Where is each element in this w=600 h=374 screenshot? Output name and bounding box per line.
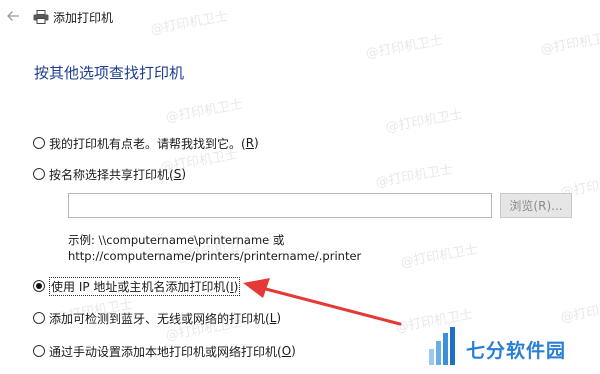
back-arrow-icon[interactable]	[6, 9, 20, 23]
option-label: 按名称选择共享打印机(	[49, 167, 174, 182]
radio-button-selected[interactable]	[33, 280, 45, 292]
radio-button[interactable]	[33, 345, 45, 357]
shared-printer-name-input[interactable]	[68, 193, 492, 218]
option-label: 使用 IP 地址或主机名添加打印机(	[51, 279, 231, 294]
page-heading: 按其他选项查找打印机	[34, 64, 185, 82]
brand-logo-text: 七分软件园	[466, 340, 567, 362]
radio-button[interactable]	[33, 168, 45, 180]
radio-option-bluetooth-wireless[interactable]: 添加可检测到蓝牙、无线或网络的打印机(L)	[33, 308, 281, 328]
qifen-logo-icon	[429, 327, 455, 365]
browse-button[interactable]: 浏览(R)...	[500, 193, 572, 218]
watermark: @打印机卫士	[559, 297, 600, 326]
focused-option-label: 使用 IP 地址或主机名添加打印机(I)	[49, 276, 241, 296]
watermark: @打印机卫士	[374, 162, 455, 191]
option-accesskey: O	[281, 344, 292, 358]
option-label-suffix: )	[254, 136, 259, 150]
printer-icon	[33, 10, 49, 24]
watermark: @打印机卫士	[164, 97, 245, 126]
radio-option-old-printer[interactable]: 我的打印机有点老。请帮我找到它。(R)	[33, 133, 259, 153]
option-label: 我的打印机有点老。请帮我找到它。(	[49, 136, 246, 151]
watermark: @打印机卫士	[399, 242, 480, 271]
example-text-line1: 示例: \\computername\printername 或	[68, 233, 285, 247]
option-label: 添加可检测到蓝牙、无线或网络的打印机(	[49, 311, 270, 326]
radio-button[interactable]	[33, 312, 45, 324]
watermark: @打印机卫士	[384, 107, 465, 136]
radio-option-shared-printer[interactable]: 按名称选择共享打印机(S)	[33, 164, 186, 184]
option-label-suffix: )	[291, 344, 296, 358]
radio-button[interactable]	[33, 137, 45, 149]
radio-option-ip-address[interactable]: 使用 IP 地址或主机名添加打印机(I)	[33, 276, 241, 296]
option-accesskey: S	[173, 167, 182, 181]
title-bar: 添加打印机	[0, 0, 600, 40]
window-title: 添加打印机	[53, 11, 114, 25]
example-text-line2: http://computername/printers/printername…	[68, 249, 362, 263]
option-label-suffix: )	[181, 167, 186, 181]
option-accesskey: R	[245, 136, 255, 150]
option-accesskey: L	[269, 311, 277, 325]
option-label-suffix: )	[276, 311, 282, 325]
radio-option-manual-local[interactable]: 通过手动设置添加本地打印机或网络打印机(O)	[33, 341, 296, 361]
option-label: 通过手动设置添加本地打印机或网络打印机(	[49, 344, 282, 359]
option-label-suffix: )	[233, 279, 239, 294]
